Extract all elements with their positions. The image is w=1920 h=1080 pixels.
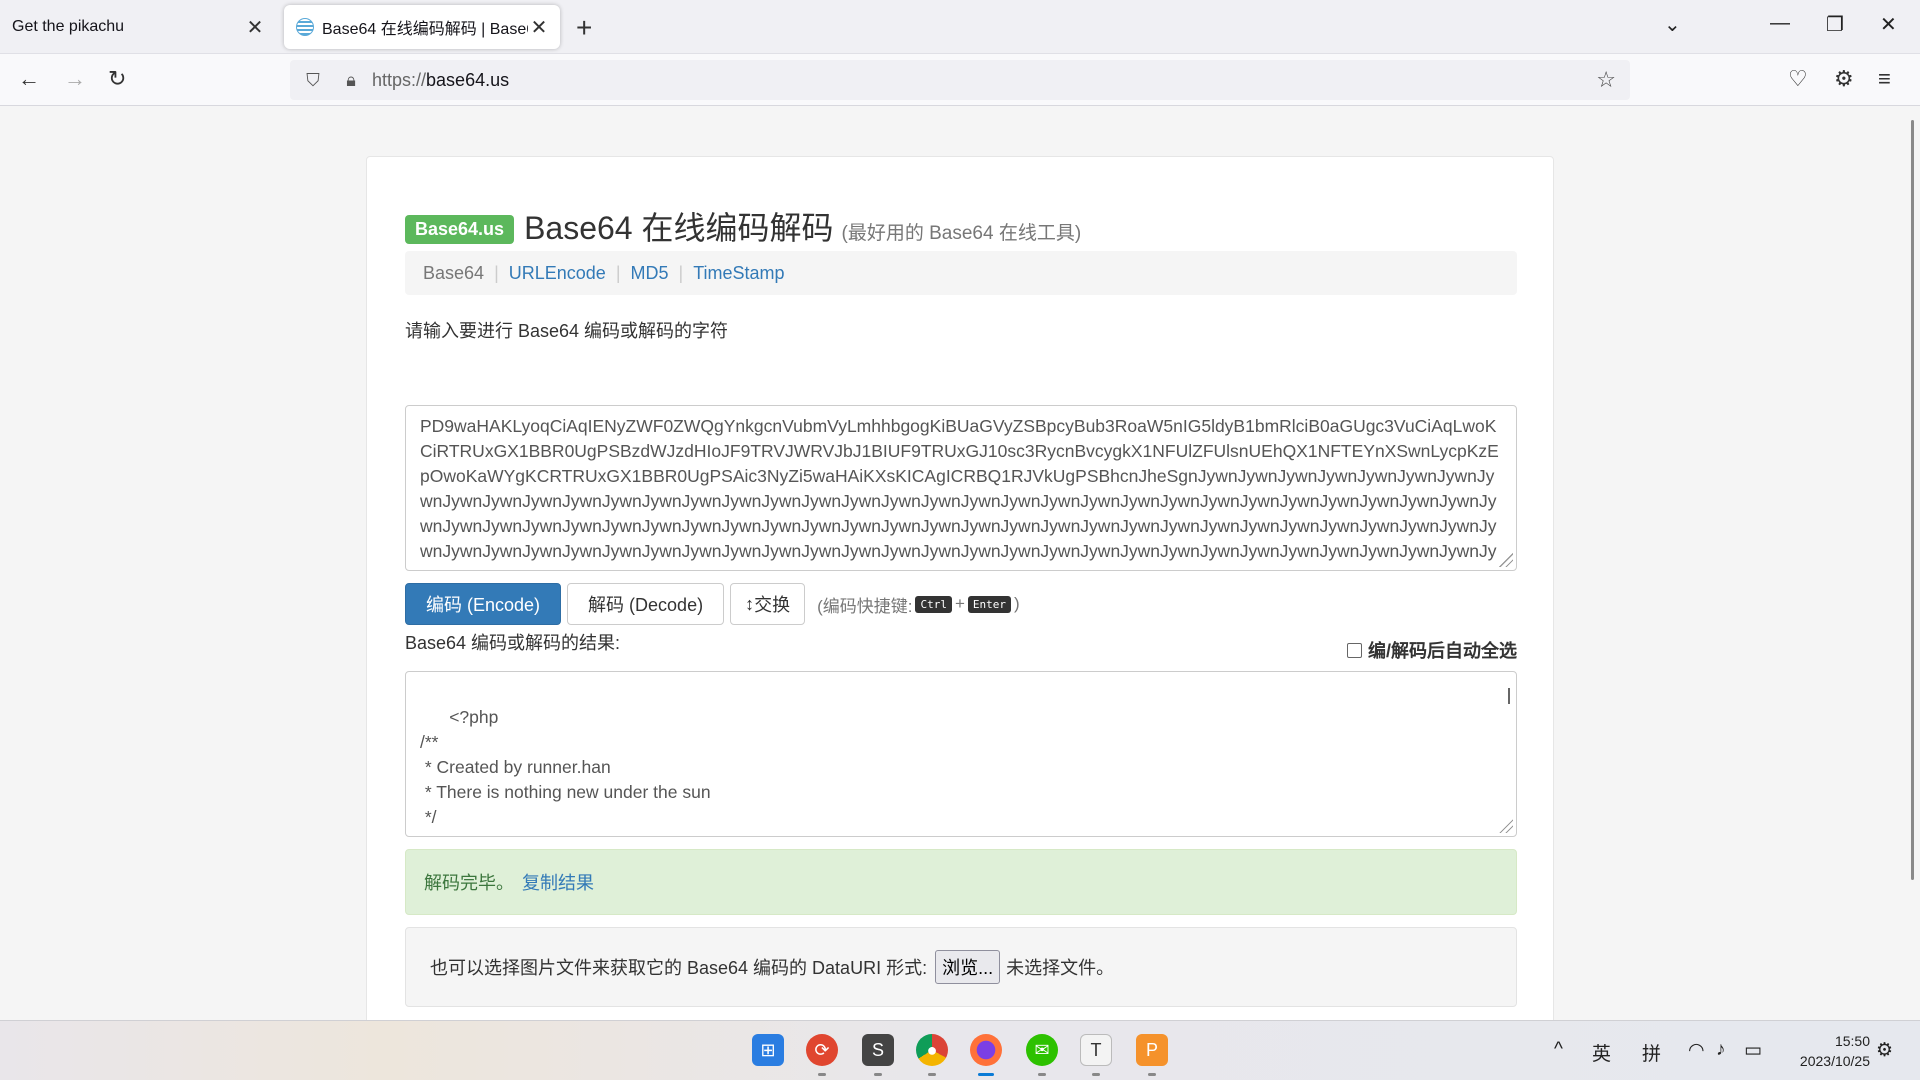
clock-time: 15:50	[1834, 1033, 1870, 1049]
tab-title: Get the pikachu	[12, 18, 125, 35]
auto-select-label: 编/解码后自动全选	[1367, 641, 1517, 661]
running-indicator	[1092, 1073, 1100, 1076]
volume-icon[interactable]: ♪	[1716, 1039, 1726, 1061]
page-subtitle: (最好用的 Base64 在线工具)	[841, 223, 1082, 244]
url-host: base64.us	[426, 69, 510, 90]
new-tab-icon[interactable]: +	[576, 12, 592, 44]
start-icon[interactable]: ⊞	[752, 1034, 784, 1066]
notification-icon[interactable]: ⚙	[1876, 1039, 1893, 1062]
shield-icon[interactable]: ⛉	[298, 70, 328, 91]
bookmark-star-icon[interactable]: ☆	[1596, 67, 1616, 93]
page-header: Base64.us Base64 在线编码解码 (最好用的 Base64 在线工…	[405, 203, 1081, 249]
pdf-icon[interactable]: P	[1136, 1034, 1168, 1066]
clock-date: 2023/10/25	[1799, 1053, 1870, 1069]
shortcut-plus: +	[954, 594, 965, 613]
back-icon[interactable]: ←	[18, 66, 40, 92]
extensions-icon[interactable]: ⚙	[1834, 66, 1854, 92]
no-file-text: 未选择文件。	[1006, 958, 1115, 978]
copy-result-link[interactable]: 复制结果	[522, 869, 594, 895]
running-indicator	[1148, 1073, 1156, 1076]
text-cursor	[1508, 688, 1510, 704]
firefox-icon[interactable]	[970, 1034, 1002, 1066]
nav-timestamp[interactable]: TimeStamp	[693, 263, 784, 284]
menu-icon[interactable]: ≡	[1878, 66, 1891, 92]
nav-separator: |	[494, 262, 499, 283]
burpsuite-icon[interactable]: ⟳	[806, 1034, 838, 1066]
tool-nav: Base64 | URLEncode | MD5 | TimeStamp	[405, 251, 1517, 295]
forward-icon[interactable]: →	[64, 66, 86, 92]
close-tab-icon[interactable]: ✕	[244, 15, 266, 40]
enter-key: Enter	[967, 595, 1012, 613]
list-all-tabs-icon[interactable]: ⌄	[1664, 12, 1681, 37]
action-buttons: 编码 (Encode) 解码 (Decode) ↕ 交换 (编码快捷键: Ctr…	[405, 583, 1020, 625]
url-bar[interactable]: ⛉ 🔒︎ https:// base64.us ☆	[290, 60, 1630, 100]
page-viewport: Base64.us Base64 在线编码解码 (最好用的 Base64 在线工…	[0, 106, 1920, 1020]
input-textarea[interactable]: PD9waHAKLyoqCiAqIENyZWF0ZWQgYnkgcnVubmVy…	[405, 405, 1517, 571]
swap-label: 交换	[754, 595, 791, 615]
running-indicator	[874, 1073, 882, 1076]
reload-icon[interactable]: ↻	[108, 66, 126, 92]
alert-text: 解码完毕。	[424, 873, 514, 893]
url-scheme: https://	[372, 69, 427, 90]
close-window-icon[interactable]: ✕	[1880, 12, 1897, 37]
lock-icon[interactable]: 🔒︎	[336, 70, 366, 91]
sublime-icon[interactable]: S	[862, 1034, 894, 1066]
wifi-icon[interactable]: ◠	[1688, 1039, 1705, 1062]
auto-select-option[interactable]: 编/解码后自动全选	[1346, 637, 1517, 663]
nav-base64[interactable]: Base64	[423, 263, 484, 284]
minimize-icon[interactable]: —	[1770, 12, 1790, 35]
typora-icon[interactable]: T	[1080, 1034, 1112, 1066]
tab-title: Base64 在线编码解码 | Base64	[322, 21, 528, 38]
shortcut-hint: (编码快捷键: Ctrl + Enter )	[817, 592, 1020, 617]
page-title: Base64 在线编码解码	[524, 210, 834, 246]
clock[interactable]: 15:50 2023/10/25	[1786, 1031, 1870, 1071]
page-scrollbar[interactable]	[1911, 120, 1914, 880]
tab-get-the-pikachu[interactable]: Get the pikachu ✕	[0, 5, 276, 49]
ctrl-key: Ctrl	[915, 595, 952, 613]
encode-button[interactable]: 编码 (Encode)	[405, 583, 562, 625]
chrome-icon[interactable]: ●	[916, 1034, 948, 1066]
shortcut-prefix: (编码快捷键:	[817, 596, 913, 616]
running-indicator	[928, 1073, 936, 1076]
tray-lang[interactable]: 英	[1592, 1039, 1611, 1066]
swap-arrows-icon: ↕	[745, 593, 755, 614]
running-indicator	[818, 1073, 826, 1076]
output-label: Base64 编码或解码的结果:	[405, 633, 621, 653]
nav-bar: ← → ↻ ⛉ 🔒︎ https:// base64.us ☆ ♡ ⚙ ≡	[0, 54, 1920, 106]
pocket-icon[interactable]: ♡	[1788, 66, 1808, 92]
favicon-icon	[296, 18, 314, 36]
output-text: <?php /** * Created by runner.han * Ther…	[420, 707, 711, 827]
nav-urlencode[interactable]: URLEncode	[509, 263, 606, 284]
brand-badge[interactable]: Base64.us	[405, 215, 515, 244]
tray-ime[interactable]: 拼	[1642, 1039, 1661, 1066]
nav-separator: |	[615, 262, 621, 283]
tab-base64[interactable]: Base64 在线编码解码 | Base64 ✕	[284, 5, 560, 49]
nav-separator: |	[678, 262, 684, 283]
auto-select-checkbox[interactable]	[1346, 642, 1362, 658]
nav-md5[interactable]: MD5	[631, 263, 669, 284]
tab-bar: Get the pikachu ✕ Base64 在线编码解码 | Base64…	[0, 0, 1920, 54]
shortcut-suffix: )	[1014, 594, 1020, 613]
restore-icon[interactable]: ❐	[1826, 12, 1844, 37]
resize-grip-icon[interactable]	[1499, 819, 1513, 833]
datauri-panel: 也可以选择图片文件来获取它的 Base64 编码的 DataURI 形式: 浏览…	[405, 927, 1517, 1007]
datauri-text: 也可以选择图片文件来获取它的 Base64 编码的 DataURI 形式:	[430, 958, 928, 978]
battery-icon[interactable]: ▭	[1744, 1039, 1762, 1062]
swap-button[interactable]: ↕ 交换	[730, 583, 806, 625]
running-indicator	[1038, 1073, 1046, 1076]
resize-grip-icon[interactable]	[1499, 553, 1513, 567]
success-alert: 解码完毕。 复制结果	[405, 849, 1517, 915]
input-text: PD9waHAKLyoqCiAqIENyZWF0ZWQgYnkgcnVubmVy…	[420, 416, 1499, 570]
wechat-icon[interactable]: ✉	[1026, 1034, 1058, 1066]
browse-button[interactable]: 浏览...	[935, 950, 1001, 984]
decode-button[interactable]: 解码 (Decode)	[567, 583, 725, 625]
close-tab-icon[interactable]: ✕	[528, 15, 550, 40]
output-textarea[interactable]: <?php /** * Created by runner.han * Ther…	[405, 671, 1517, 837]
active-indicator	[978, 1073, 994, 1076]
main-card: Base64.us Base64 在线编码解码 (最好用的 Base64 在线工…	[366, 156, 1554, 1020]
taskbar: ⊞ ⟳ S ● ✉ T P ^ 英 拼 ◠ ♪ ▭ 15:50 2023/10/…	[0, 1020, 1920, 1080]
input-label: 请输入要进行 Base64 编码或解码的字符	[405, 321, 729, 341]
tray-chevron-icon[interactable]: ^	[1554, 1039, 1563, 1061]
